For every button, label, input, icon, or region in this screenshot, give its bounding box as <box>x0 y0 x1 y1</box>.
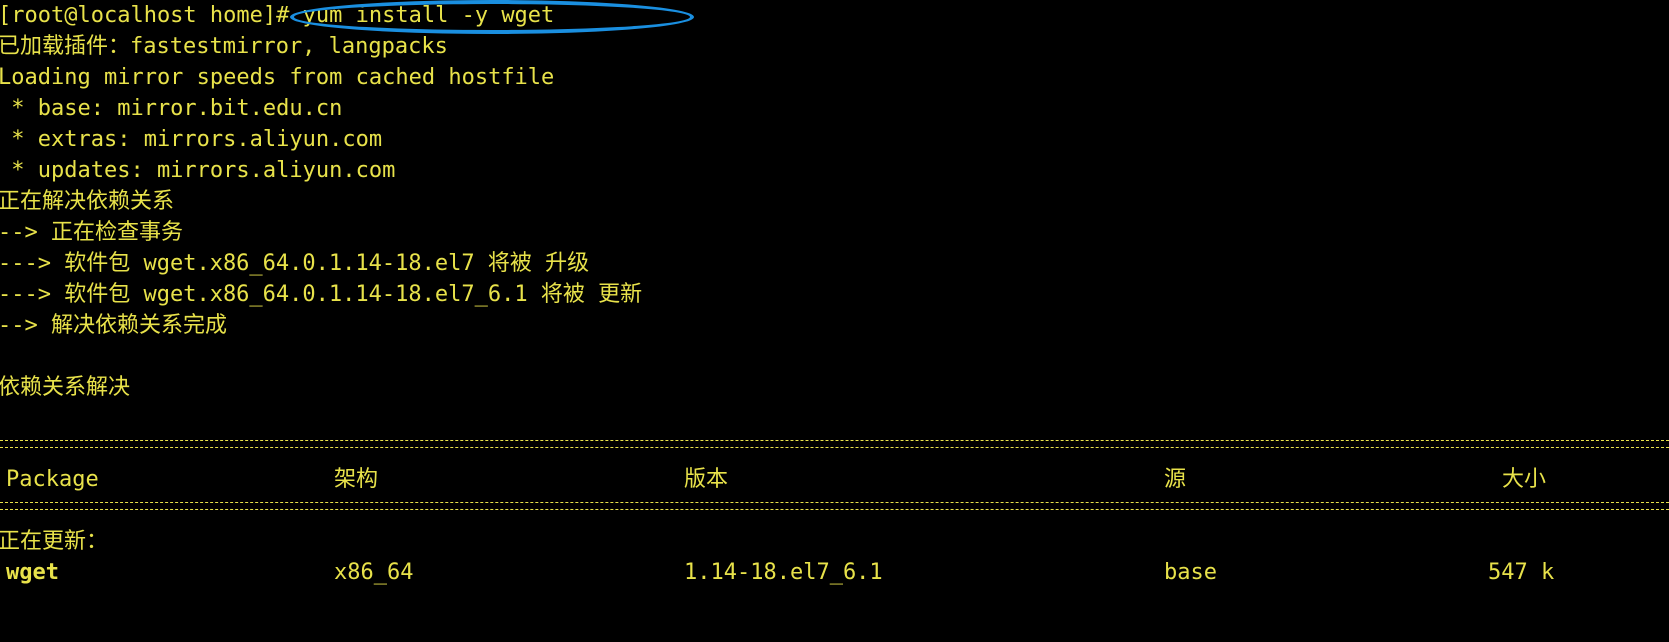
table-row-size: 547 k <box>1488 560 1555 585</box>
table-row-repo: base <box>1164 560 1217 585</box>
output-line-resolved: --> 解决依赖关系完成 <box>0 313 227 338</box>
table-separator-bottom <box>0 502 1669 510</box>
table-header-size: 大小 <box>1502 467 1547 492</box>
terminal-window[interactable]: [root@localhost home]# yum install -y wg… <box>0 0 1669 642</box>
table-header-repo: 源 <box>1164 467 1187 492</box>
output-line-package-upgrade: ---> 软件包 wget.x86_64.0.1.14-18.el7 将被 升级 <box>0 251 590 276</box>
output-line-plugins: 已加载插件：fastestmirror, langpacks <box>0 34 448 59</box>
table-section-updating: 正在更新： <box>0 529 109 554</box>
output-line-checking: --> 正在检查事务 <box>0 220 183 245</box>
table-header-version: 版本 <box>684 467 729 492</box>
output-line-mirror-speeds: Loading mirror speeds from cached hostfi… <box>0 65 555 90</box>
output-line-resolving: 正在解决依赖关系 <box>0 189 175 214</box>
output-line-package-update: ---> 软件包 wget.x86_64.0.1.14-18.el7_6.1 将… <box>0 282 643 307</box>
table-row-version: 1.14-18.el7_6.1 <box>684 560 883 585</box>
output-line-deps-resolved: 依赖关系解决 <box>0 375 131 400</box>
table-header-arch: 架构 <box>334 467 379 492</box>
output-line-base-mirror: * base: mirror.bit.edu.cn <box>0 96 343 121</box>
prompt-command-line: [root@localhost home]# yum install -y wg… <box>0 3 555 28</box>
output-line-extras-mirror: * extras: mirrors.aliyun.com <box>0 127 383 152</box>
table-header-package: Package <box>6 467 99 492</box>
table-row-package: wget <box>6 560 59 585</box>
output-line-updates-mirror: * updates: mirrors.aliyun.com <box>0 158 396 183</box>
table-row-arch: x86_64 <box>334 560 414 585</box>
table-separator-top <box>0 440 1669 448</box>
